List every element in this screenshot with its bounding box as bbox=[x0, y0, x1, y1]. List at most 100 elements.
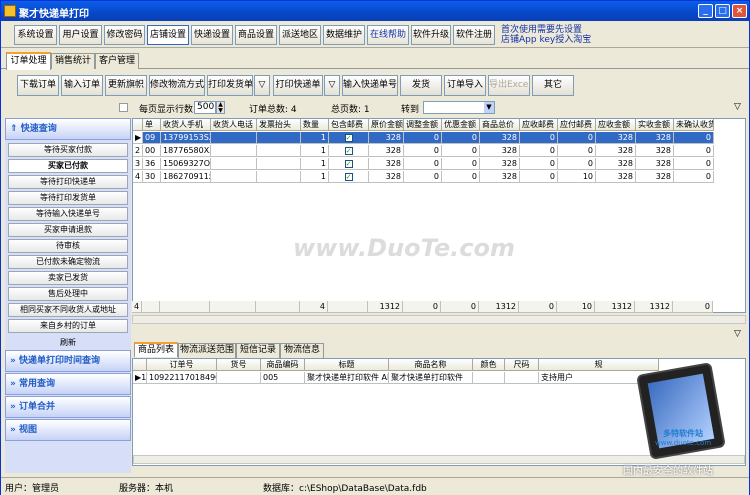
menu-online-help[interactable]: 在线帮助 bbox=[367, 25, 409, 45]
order-cell[interactable]: ✓ bbox=[329, 171, 369, 183]
order-cell[interactable]: 13799153SX bbox=[161, 132, 211, 144]
sidebar-item-rural-orders[interactable]: 来自乡村的订单 bbox=[8, 319, 128, 333]
close-button[interactable]: × bbox=[732, 4, 747, 18]
product-col-header[interactable] bbox=[133, 359, 147, 371]
section-print-time[interactable]: » 快递单打印时间查询 bbox=[5, 350, 131, 372]
tab-customer-mgmt[interactable]: 客户管理 bbox=[95, 53, 139, 69]
included-postage-checkbox[interactable]: ✓ bbox=[344, 173, 353, 181]
sidebar-item-shipped[interactable]: 卖家已发货 bbox=[8, 271, 128, 285]
order-cell[interactable]: 0 bbox=[442, 145, 480, 157]
order-cell[interactable]: 0 bbox=[674, 171, 714, 183]
chevron-down-icon[interactable]: ▼ bbox=[484, 102, 494, 113]
menu-shop-settings[interactable]: 店铺设置 bbox=[147, 25, 189, 45]
row-indicator[interactable]: ▶1 bbox=[133, 372, 147, 384]
order-cell[interactable]: 0 bbox=[558, 132, 596, 144]
product-cell[interactable] bbox=[505, 372, 539, 384]
order-cell[interactable]: ✓ bbox=[329, 132, 369, 144]
order-cell[interactable]: 328 bbox=[480, 158, 520, 170]
order-cell[interactable]: 36 bbox=[143, 158, 161, 170]
menu-upgrade[interactable]: 软件升级 bbox=[411, 25, 451, 45]
order-cell[interactable]: 0 bbox=[442, 158, 480, 170]
tab-sales-stats[interactable]: 销售统计 bbox=[51, 53, 95, 69]
print-invoice-dropdown[interactable]: ▽ bbox=[254, 75, 270, 96]
order-cell[interactable]: 0 bbox=[674, 158, 714, 170]
order-cell[interactable]: 0 bbox=[404, 171, 442, 183]
order-cell[interactable]: 1 bbox=[301, 145, 329, 157]
product-cell[interactable] bbox=[473, 372, 505, 384]
product-col-header[interactable]: 尺码 bbox=[505, 359, 539, 371]
sidebar-item-input-tracking[interactable]: 等待输入快递单号 bbox=[8, 207, 128, 221]
export-excel-button[interactable]: 导出Excel bbox=[488, 75, 531, 96]
import-orders-button[interactable]: 订单导入 bbox=[444, 75, 486, 96]
order-cell[interactable] bbox=[211, 158, 257, 170]
input-tracking-button[interactable]: 输入快递单号 bbox=[342, 75, 398, 96]
order-cell[interactable]: 1 bbox=[301, 132, 329, 144]
product-col-header[interactable]: 规 bbox=[539, 359, 659, 371]
update-flag-button[interactable]: 更新旗帜 bbox=[105, 75, 147, 96]
tab-logistics-info[interactable]: 物流信息 bbox=[280, 343, 324, 358]
menu-user-settings[interactable]: 用户设置 bbox=[59, 25, 102, 45]
ship-button[interactable]: 发货 bbox=[400, 75, 442, 96]
order-cell[interactable]: 10 bbox=[558, 171, 596, 183]
tab-sms-records[interactable]: 短信记录 bbox=[236, 343, 280, 358]
download-orders-button[interactable]: 下载订单 bbox=[17, 75, 59, 96]
order-cell[interactable]: 328 bbox=[369, 145, 404, 157]
order-cell[interactable]: 0 bbox=[442, 132, 480, 144]
print-express-dropdown[interactable]: ▽ bbox=[324, 75, 340, 96]
orders-col-header[interactable]: 单 bbox=[143, 119, 161, 131]
order-cell[interactable]: 0 bbox=[558, 158, 596, 170]
order-cell[interactable]: 1 bbox=[301, 158, 329, 170]
orders-col-header[interactable]: 数量 bbox=[301, 119, 329, 131]
order-cell[interactable]: 0 bbox=[520, 132, 558, 144]
order-cell[interactable]: 18776580XX bbox=[161, 145, 211, 157]
product-cell[interactable]: 聚才快递单打印软件 bbox=[389, 372, 473, 384]
orders-col-header[interactable]: 应付邮费 bbox=[558, 119, 596, 131]
order-cell[interactable]: 00 bbox=[143, 145, 161, 157]
print-express-button[interactable]: 打印快递单 bbox=[273, 75, 323, 96]
order-cell[interactable]: 0 bbox=[520, 145, 558, 157]
sidebar-item-print-express[interactable]: 等待打印快递单 bbox=[8, 175, 128, 189]
order-cell[interactable]: 328 bbox=[636, 132, 674, 144]
product-col-header[interactable]: 商品名称 bbox=[389, 359, 473, 371]
order-cell[interactable]: 0 bbox=[404, 132, 442, 144]
print-invoice-button[interactable]: 打印发货单 bbox=[207, 75, 253, 96]
orders-col-header[interactable]: 收货人手机 bbox=[161, 119, 211, 131]
orders-col-header[interactable]: 收货人电话 bbox=[211, 119, 257, 131]
per-page-input[interactable]: 500 bbox=[194, 101, 216, 114]
order-cell[interactable]: 1 bbox=[301, 171, 329, 183]
row-indicator[interactable]: ▶1 bbox=[133, 132, 143, 144]
sidebar-item-same-buyer[interactable]: 相同买家不同收货人或地址 bbox=[8, 303, 128, 317]
panel-options-icon[interactable]: ▽ bbox=[734, 329, 741, 339]
product-col-header[interactable]: 颜色 bbox=[473, 359, 505, 371]
orders-col-header[interactable]: 应收邮费 bbox=[520, 119, 558, 131]
menu-change-password[interactable]: 修改密码 bbox=[104, 25, 145, 45]
order-cell[interactable]: 0 bbox=[404, 145, 442, 157]
order-cell[interactable]: 0 bbox=[520, 158, 558, 170]
input-order-button[interactable]: 输入订单 bbox=[61, 75, 103, 96]
order-cell[interactable] bbox=[257, 132, 301, 144]
order-cell[interactable]: 328 bbox=[636, 158, 674, 170]
order-cell[interactable] bbox=[211, 145, 257, 157]
order-cell[interactable] bbox=[257, 145, 301, 157]
orders-col-header[interactable]: 优惠金额 bbox=[442, 119, 480, 131]
product-cell[interactable] bbox=[217, 372, 261, 384]
order-cell[interactable]: 328 bbox=[369, 132, 404, 144]
included-postage-checkbox[interactable]: ✓ bbox=[344, 134, 353, 142]
product-col-header[interactable]: 订单号 bbox=[147, 359, 217, 371]
order-cell[interactable]: 0 bbox=[520, 171, 558, 183]
order-cell[interactable]: 0 bbox=[558, 145, 596, 157]
menu-data-maintenance[interactable]: 数据维护 bbox=[323, 25, 365, 45]
order-cell[interactable]: 328 bbox=[596, 171, 636, 183]
section-common-query[interactable]: » 常用查询 bbox=[5, 373, 131, 395]
order-cell[interactable]: 328 bbox=[369, 171, 404, 183]
orders-col-header[interactable] bbox=[133, 119, 143, 131]
order-cell[interactable]: 15069327OX bbox=[161, 158, 211, 170]
order-cell[interactable]: 328 bbox=[480, 171, 520, 183]
order-cell[interactable]: 328 bbox=[636, 145, 674, 157]
orders-col-header[interactable]: 包含邮费 bbox=[329, 119, 369, 131]
tab-order-processing[interactable]: 订单处理 bbox=[6, 52, 51, 70]
menu-delivery-area[interactable]: 派送地区 bbox=[279, 25, 321, 45]
order-cell[interactable]: 09 bbox=[143, 132, 161, 144]
sidebar-item-paid[interactable]: 买家已付款 bbox=[8, 159, 128, 173]
order-cell[interactable] bbox=[257, 171, 301, 183]
